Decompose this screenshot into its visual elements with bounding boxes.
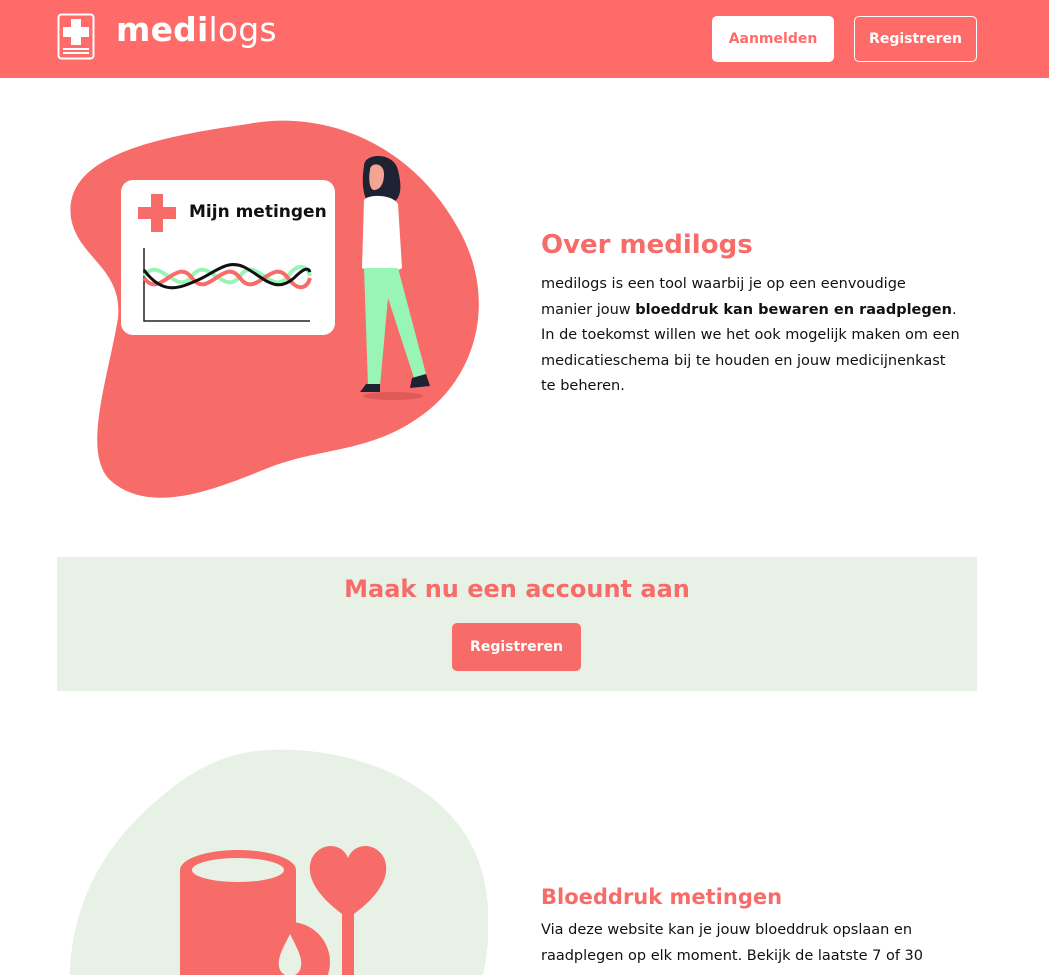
about-text-bold: bloeddruk kan bewaren en raadplegen	[635, 301, 952, 318]
logo-light: logs	[208, 10, 277, 49]
logo[interactable]: medilogs	[116, 10, 277, 49]
cta-register-button[interactable]: Registreren	[452, 623, 581, 671]
bloodpressure-illustration	[69, 749, 488, 975]
bloodpressure-title: Bloeddruk metingen	[541, 885, 783, 909]
measurements-illustration: Mijn metingen	[70, 120, 479, 498]
login-button[interactable]: Aanmelden	[712, 16, 834, 62]
cta-title: Maak nu een account aan	[344, 575, 690, 603]
medical-cross-icon[interactable]	[57, 13, 95, 60]
register-button[interactable]: Registreren	[854, 16, 977, 62]
logo-bold: medi	[116, 10, 209, 49]
about-text: medilogs is een tool waarbij je op een e…	[541, 272, 961, 400]
card-title: Mijn metingen	[189, 202, 327, 222]
header: medilogs Aanmelden Registreren	[0, 0, 1049, 78]
about-title: Over medilogs	[541, 230, 753, 260]
bloodpressure-text: Via deze website kan je jouw bloeddruk o…	[541, 922, 923, 964]
cta-banner: Maak nu een account aan Registreren	[57, 557, 977, 691]
